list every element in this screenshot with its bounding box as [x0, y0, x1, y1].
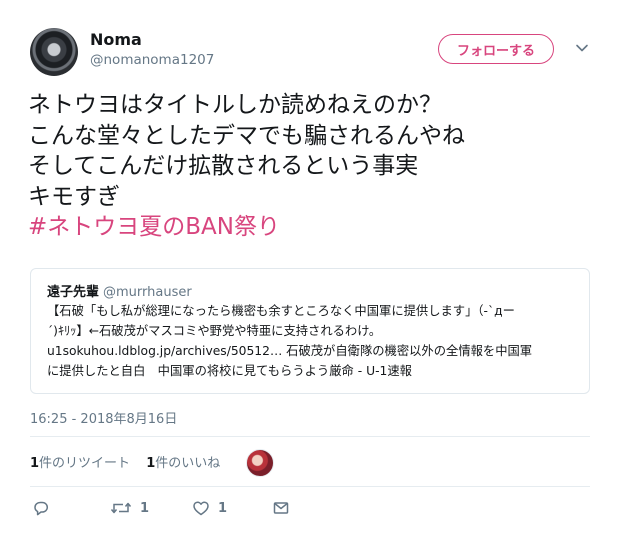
- liker-avatar[interactable]: [246, 449, 274, 477]
- user-handle[interactable]: @nomanoma1207: [90, 52, 214, 68]
- reply-icon: [32, 499, 50, 517]
- chevron-down-icon[interactable]: [574, 40, 590, 56]
- tweet-timestamp[interactable]: 16:25 - 2018年8月16日: [30, 408, 177, 427]
- tweet-line: ネトウヨはタイトルしか読めねえのか？: [28, 92, 442, 118]
- tweet-line: キモすぎ: [28, 183, 120, 210]
- divider: [30, 486, 590, 487]
- like-button[interactable]: 1: [192, 499, 227, 517]
- like-stat-count: 1: [146, 456, 156, 471]
- envelope-icon: [272, 499, 290, 517]
- tweet-line: そしてこんだけ拡散されるという事実: [28, 153, 419, 179]
- like-stat[interactable]: 1件のいいね: [146, 456, 220, 471]
- retweet-stat-count: 1: [30, 456, 40, 471]
- retweet-stat[interactable]: 1件のリツイート: [30, 456, 130, 471]
- retweet-stat-label: 件のリツイート: [39, 456, 131, 471]
- tweet-text: ネトウヨはタイトルしか読めねえのか？ こんな堂々としたデマでも騙されるんやね そ…: [28, 90, 598, 243]
- retweet-count: 1: [140, 500, 150, 516]
- quoted-line: に提供したと自白 中国軍の将校に見てもらうよう厳命 - U-1速報: [47, 364, 412, 378]
- quoted-user-handle: @murrhauser: [103, 285, 192, 300]
- tweet-line: こんな堂々としたデマでも騙されるんやね: [28, 122, 465, 149]
- retweet-button[interactable]: 1: [110, 499, 149, 517]
- tweet-stats: 1件のリツイート 1件のいいね: [30, 452, 232, 471]
- quoted-line: u1sokuhou.ldblog.jp/archives/50512… 石破茂が…: [47, 344, 533, 358]
- divider: [30, 436, 590, 437]
- heart-icon: [192, 499, 210, 517]
- quoted-tweet-card[interactable]: 遠子先輩 @murrhauser 【石破「もし私が総理になったら機密も余すところな…: [30, 268, 590, 394]
- quoted-tweet-header: 遠子先輩 @murrhauser: [47, 281, 192, 300]
- quoted-line: 【石破「もし私が総理になったら機密も余すところなく中国軍に提供します」（-`дー: [47, 304, 515, 318]
- like-count: 1: [218, 500, 228, 516]
- direct-message-button[interactable]: [272, 499, 298, 517]
- follow-button[interactable]: フォローする: [438, 34, 554, 64]
- hashtag-link[interactable]: #ネトウヨ夏のBAN祭り: [28, 212, 598, 243]
- quoted-tweet-text: 【石破「もし私が総理になったら機密も余すところなく中国軍に提供します」（-`дー…: [47, 301, 577, 381]
- retweet-icon: [110, 499, 132, 517]
- quoted-line: ´)ｷﾘｯ】←石破茂がマスコミや野党や特亜に支持されるわけ。: [47, 324, 382, 338]
- like-stat-label: 件のいいね: [155, 456, 221, 471]
- quoted-user-name: 遠子先輩: [47, 285, 100, 300]
- user-display-name[interactable]: Noma: [90, 30, 142, 49]
- reply-button[interactable]: [32, 499, 58, 517]
- user-avatar[interactable]: [30, 28, 78, 76]
